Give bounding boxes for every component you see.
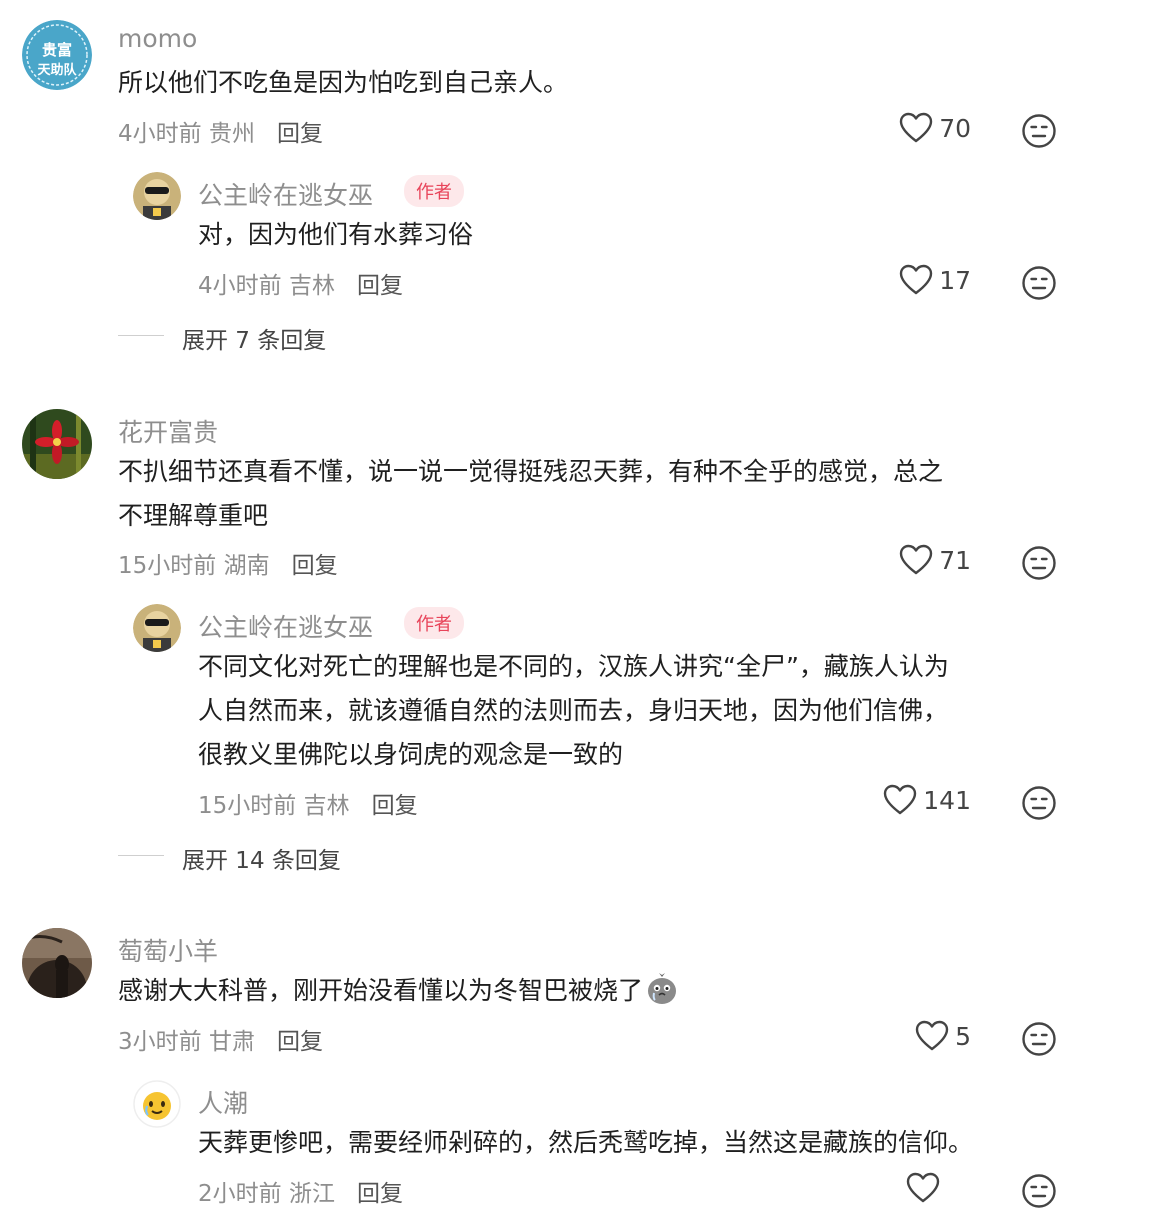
dislike-button[interactable] — [1021, 265, 1057, 305]
comment-item: 花开富贵 不扒细节还真看不懂，说一说一觉得挺残忍天葬，有种不全乎的感觉，总之 不… — [0, 400, 1151, 880]
reply-username[interactable]: 公主岭在逃女巫 — [198, 608, 373, 644]
comment-text-row: 感谢大大科普，刚开始没看懂以为冬智巴被烧了 — [118, 969, 679, 1020]
like-button[interactable]: 71 — [851, 544, 971, 576]
dislike-button[interactable] — [1021, 1021, 1057, 1061]
neutral-face-icon — [1022, 786, 1056, 820]
like-button[interactable]: 141 — [851, 784, 971, 816]
reply-username[interactable]: 人潮 — [198, 1084, 248, 1120]
comment-item: 贵富 天助队 momo 所以他们不吃鱼是因为怕吃到自己亲人。 4小时前 贵州 回复… — [0, 0, 1151, 370]
expand-replies-button[interactable]: 展开 14 条回复 — [182, 841, 341, 875]
heart-outline-icon — [884, 784, 917, 815]
expand-replies-button[interactable]: 展开 7 条回复 — [182, 321, 326, 355]
dislike-button[interactable] — [1021, 113, 1057, 153]
avatar-text-bottom: 天助队 — [37, 62, 77, 78]
like-button[interactable]: 70 — [851, 112, 971, 144]
avatar[interactable]: 贵富 天助队 — [22, 20, 92, 90]
heart-outline-icon — [899, 544, 933, 575]
reply-text: 天葬更惨吧，需要经师剁碎的，然后秃鹫吃掉，当然这是藏族的信仰。 — [198, 1128, 974, 1157]
heart-outline-icon — [899, 112, 933, 143]
username[interactable]: 花开富贵 — [118, 413, 218, 449]
neutral-face-icon — [1022, 266, 1056, 300]
reply-meta-row: 15小时前 吉林 回复 — [198, 786, 418, 820]
comment-meta-row: 3小时前 甘肃 回复 — [118, 1022, 323, 1056]
neutral-face-icon — [1022, 1022, 1056, 1056]
expand-divider — [118, 335, 164, 336]
reply-button[interactable]: 回复 — [357, 273, 403, 299]
crying-chick-emoji — [645, 972, 679, 1020]
reply-meta-row: 4小时前 吉林 回复 — [198, 266, 403, 300]
like-count: 141 — [923, 785, 971, 815]
neutral-face-icon — [1022, 1174, 1056, 1208]
reply-button[interactable]: 回复 — [357, 1181, 403, 1207]
like-count: 17 — [939, 265, 971, 295]
reply-text: 人自然而来，就该遵循自然的法则而去，身归天地，因为他们信佛， — [198, 696, 949, 725]
expand-divider — [118, 855, 164, 856]
reply-button[interactable]: 回复 — [292, 553, 338, 579]
heart-outline-icon — [915, 1020, 949, 1051]
timestamp-location: 15小时前 湖南 — [118, 553, 270, 579]
comment-meta-row: 15小时前 湖南 回复 — [118, 546, 338, 580]
like-button[interactable]: 5 — [851, 1020, 971, 1052]
neutral-face-icon — [1022, 114, 1056, 148]
reply-button[interactable]: 回复 — [277, 1029, 323, 1055]
reply-avatar[interactable] — [133, 172, 181, 220]
reply-meta-row: 2小时前 浙江 回复 — [198, 1174, 403, 1208]
reply-avatar[interactable] — [133, 1080, 181, 1128]
reply-username[interactable]: 公主岭在逃女巫 — [198, 176, 373, 212]
comment-text: 感谢大大科普，刚开始没看懂以为冬智巴被烧了 — [118, 976, 644, 1005]
heart-outline-icon — [899, 264, 933, 295]
dislike-button[interactable] — [1021, 785, 1057, 825]
avatar[interactable] — [22, 928, 92, 998]
comment-meta-row: 4小时前 贵州 回复 — [118, 114, 323, 148]
like-count: 5 — [955, 1021, 971, 1051]
like-button[interactable] — [846, 1172, 946, 1204]
comment-item: 萄萄小羊 感谢大大科普，刚开始没看懂以为冬智巴被烧了 3小时前 甘肃 回复 5 人… — [0, 920, 1151, 1221]
author-badge: 作者 — [404, 175, 464, 207]
timestamp-location: 15小时前 吉林 — [198, 793, 350, 819]
reply-button[interactable]: 回复 — [277, 121, 323, 147]
reply-text: 不同文化对死亡的理解也是不同的，汉族人讲究“全尸”，藏族人认为 — [198, 652, 949, 681]
reply-text: 对，因为他们有水葬习俗 — [198, 220, 474, 249]
comment-text: 不理解尊重吧 — [118, 501, 269, 530]
comment-text: 所以他们不吃鱼是因为怕吃到自己亲人。 — [118, 68, 569, 97]
username[interactable]: 萄萄小羊 — [118, 932, 218, 968]
like-button[interactable]: 17 — [851, 264, 971, 296]
timestamp-location: 3小时前 甘肃 — [118, 1029, 255, 1055]
username[interactable]: momo — [118, 24, 197, 53]
timestamp-location: 4小时前 吉林 — [198, 273, 335, 299]
reply-avatar[interactable] — [133, 604, 181, 652]
like-count: 71 — [939, 545, 971, 575]
author-badge: 作者 — [404, 607, 464, 639]
dislike-button[interactable] — [1021, 545, 1057, 585]
dislike-button[interactable] — [1021, 1173, 1057, 1213]
timestamp-location: 4小时前 贵州 — [118, 121, 255, 147]
reply-text: 很教义里佛陀以身饲虎的观念是一致的 — [198, 740, 624, 769]
comment-text: 不扒细节还真看不懂，说一说一觉得挺残忍天葬，有种不全乎的感觉，总之 — [118, 457, 944, 486]
neutral-face-icon — [1022, 546, 1056, 580]
avatar[interactable] — [22, 409, 92, 479]
timestamp-location: 2小时前 浙江 — [198, 1181, 335, 1207]
avatar-text-top: 贵富 — [42, 41, 72, 59]
like-count: 70 — [939, 113, 971, 143]
heart-outline-icon — [906, 1172, 940, 1203]
reply-button[interactable]: 回复 — [372, 793, 418, 819]
